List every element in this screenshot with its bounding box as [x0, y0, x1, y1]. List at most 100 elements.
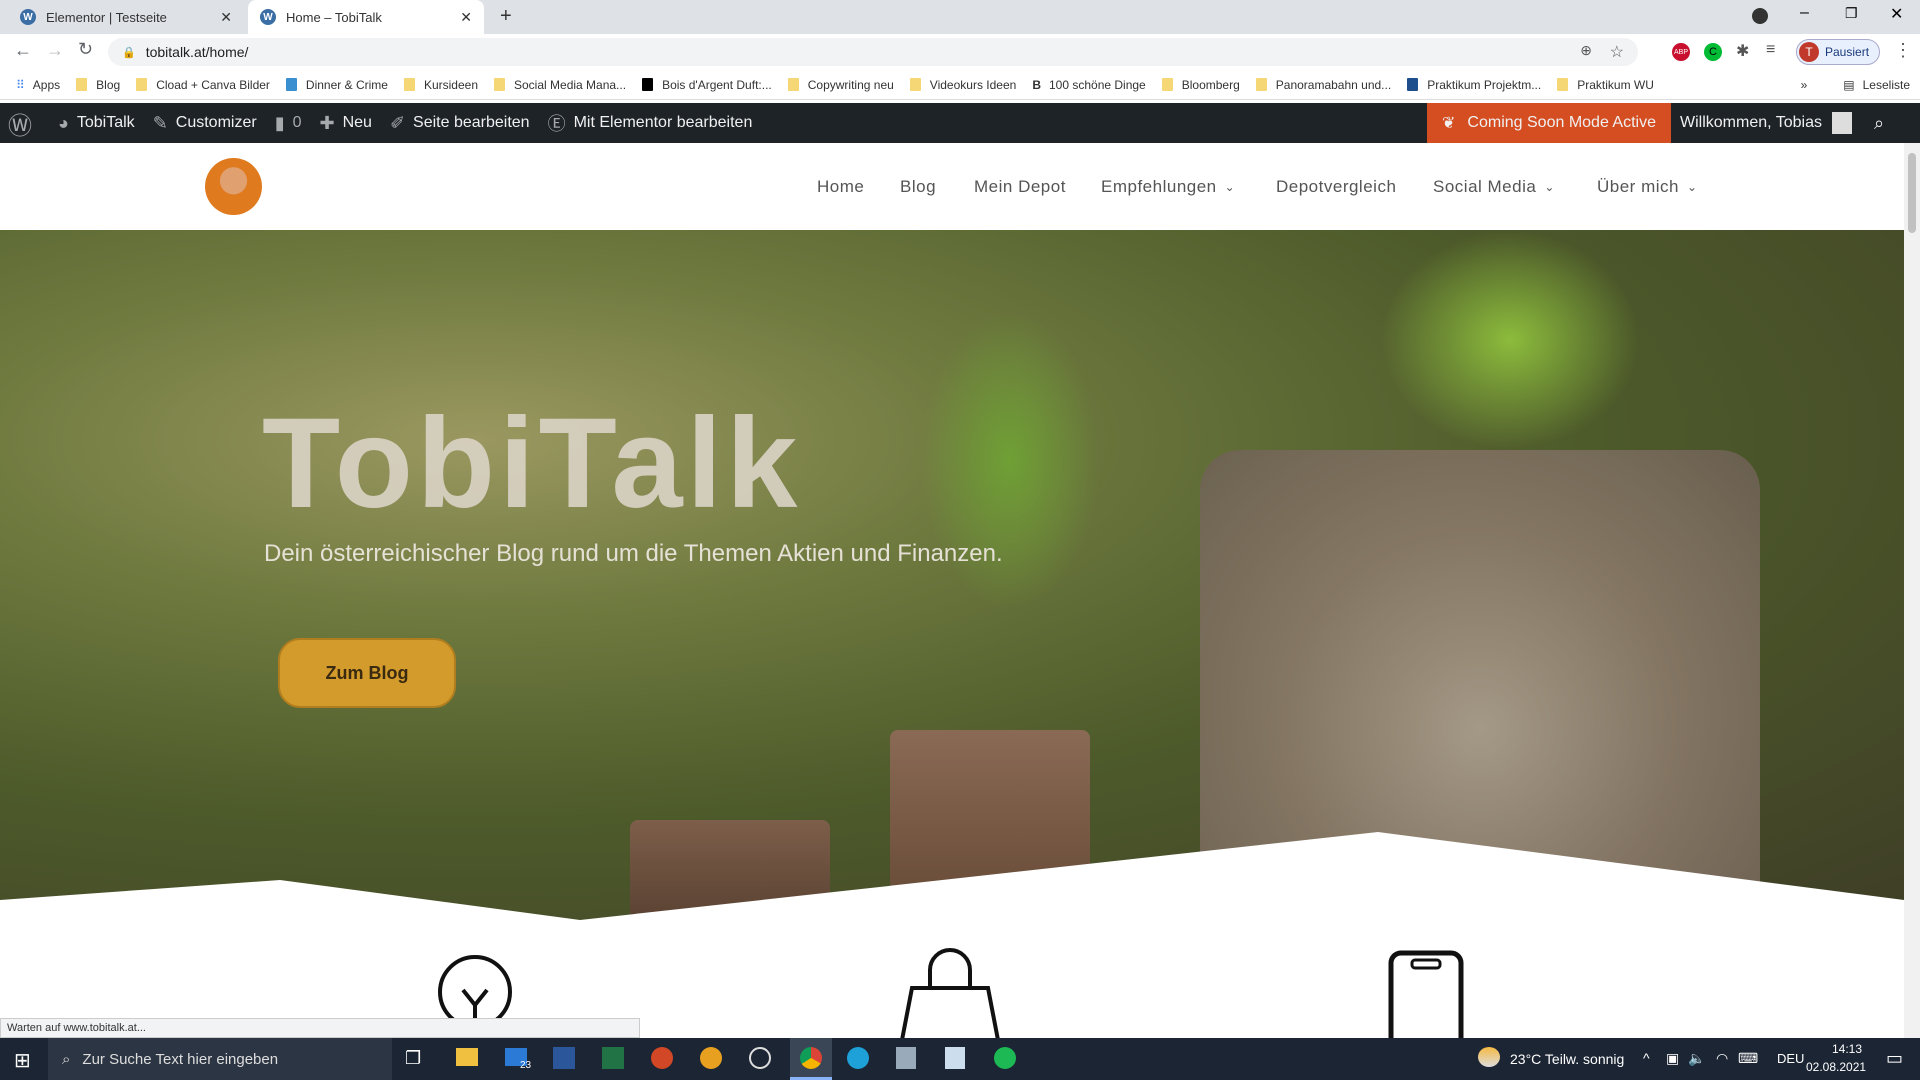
- reading-list-button[interactable]: ▤ Leseliste: [1843, 78, 1910, 92]
- wordpress-icon: W: [20, 9, 36, 25]
- reload-icon[interactable]: ↻: [78, 39, 93, 60]
- elementor-edit-link[interactable]: Ⓔ Mit Elementor bearbeiten: [548, 110, 753, 136]
- notepad-icon[interactable]: [945, 1047, 965, 1069]
- chrome-taskbar-button[interactable]: [790, 1038, 832, 1080]
- nav-home[interactable]: Home: [817, 143, 864, 230]
- folder-icon: [1161, 78, 1173, 91]
- bookmark[interactable]: Praktikum WU: [1557, 78, 1654, 92]
- nav-depotvergleich[interactable]: Depotvergleich: [1276, 143, 1396, 230]
- edit-page-link[interactable]: ✐ Seite bearbeiten: [390, 113, 530, 134]
- site-logo[interactable]: [205, 158, 262, 215]
- nav-blog[interactable]: Blog: [900, 143, 936, 230]
- bookmark[interactable]: B 100 schöne Dinge: [1032, 78, 1145, 92]
- forward-icon[interactable]: →: [46, 40, 64, 61]
- account-menu[interactable]: Willkommen, Tobias ⌕: [1680, 103, 1884, 143]
- bookmark-star-icon[interactable]: ☆: [1610, 42, 1624, 62]
- folder-icon: [1255, 78, 1267, 91]
- tab-title: Home – TobiTalk: [286, 9, 382, 25]
- customizer-label: Customizer: [175, 114, 257, 131]
- keyboard-icon[interactable]: ⌨: [1738, 1050, 1758, 1067]
- wifi-icon[interactable]: ◠: [1716, 1050, 1728, 1067]
- volume-icon[interactable]: 🔈: [1688, 1050, 1705, 1067]
- shopping-bag-icon: [899, 948, 1001, 1040]
- menu-icon[interactable]: ⋮: [1894, 40, 1912, 61]
- bookmark[interactable]: Blog: [76, 78, 120, 92]
- comments-link[interactable]: ▮ 0: [275, 113, 302, 134]
- edge-icon[interactable]: [847, 1047, 869, 1069]
- app-icon[interactable]: [896, 1047, 916, 1069]
- brush-icon: ✎: [152, 112, 168, 133]
- bookmark[interactable]: Dinner & Crime: [285, 78, 388, 92]
- bookmark[interactable]: Kursideen: [403, 78, 478, 92]
- back-icon[interactable]: ←: [14, 40, 32, 61]
- new-link[interactable]: ✚ Neu: [320, 113, 372, 134]
- adblock-icon[interactable]: ABP: [1672, 43, 1690, 61]
- page-scrollbar[interactable]: [1904, 143, 1920, 1038]
- tray-chevron-icon[interactable]: ^: [1643, 1050, 1650, 1066]
- language-indicator[interactable]: DEU: [1777, 1051, 1804, 1066]
- tab-search-icon[interactable]: [1752, 8, 1768, 24]
- bookmark[interactable]: Bloomberg: [1161, 78, 1240, 92]
- file-explorer-icon[interactable]: [456, 1048, 478, 1066]
- tab-elementor[interactable]: W Elementor | Testseite ✕: [8, 0, 244, 34]
- nav-empfehlungen[interactable]: Empfehlungen ⌄: [1101, 143, 1235, 230]
- camera-icon[interactable]: ▣: [1666, 1050, 1679, 1067]
- bookmark[interactable]: Bois d'Argent Duft:...: [642, 78, 772, 92]
- tab-home[interactable]: W Home – TobiTalk ✕: [248, 0, 484, 34]
- extensions-icon[interactable]: ✱: [1736, 41, 1749, 61]
- windows-start-icon[interactable]: ⊞: [14, 1048, 31, 1073]
- wp-logo-button[interactable]: Ⓦ: [8, 106, 40, 141]
- url-text: tobitalk.at/home/: [145, 44, 249, 60]
- site-name-link[interactable]: ◕ TobiTalk: [58, 113, 135, 134]
- wordpress-icon: W: [260, 9, 276, 25]
- weather-icon[interactable]: [1478, 1047, 1500, 1067]
- coming-soon-badge[interactable]: ❦ Coming Soon Mode Active: [1427, 103, 1671, 143]
- clock-date[interactable]: 02.08.2021: [1806, 1060, 1866, 1074]
- weather-text[interactable]: 23°C Teilw. sonnig: [1510, 1051, 1624, 1067]
- new-tab-button[interactable]: +: [500, 5, 512, 28]
- bookmark[interactable]: Cload + Canva Bilder: [136, 78, 270, 92]
- spotify-icon[interactable]: [994, 1047, 1016, 1069]
- bookmark[interactable]: Social Media Mana...: [494, 78, 626, 92]
- nav-social-media[interactable]: Social Media ⌄: [1433, 143, 1555, 230]
- media-icon[interactable]: ≡: [1766, 41, 1775, 59]
- clock-time[interactable]: 14:13: [1820, 1042, 1874, 1056]
- close-tab-icon[interactable]: ✕: [460, 9, 472, 26]
- nav-mein-depot[interactable]: Mein Depot: [974, 143, 1066, 230]
- j-icon: [1407, 78, 1419, 91]
- bookmark-apps[interactable]: ⠿ Apps: [16, 78, 60, 92]
- url-input[interactable]: 🔒 tobitalk.at/home/ ☆ ⊕: [108, 38, 1638, 66]
- zum-blog-button[interactable]: Zum Blog: [278, 638, 456, 708]
- taskbar-search-input[interactable]: ⌕ Zur Suche Text hier eingeben: [48, 1038, 392, 1080]
- notification-icon[interactable]: ▭: [1886, 1048, 1903, 1069]
- excel-icon[interactable]: [602, 1047, 624, 1069]
- grammarly-icon[interactable]: C: [1704, 43, 1722, 61]
- plant-image: [1380, 230, 1640, 450]
- customizer-link[interactable]: ✎ Customizer: [153, 113, 257, 134]
- bookmark[interactable]: Praktikum Projektm...: [1407, 78, 1541, 92]
- close-window-button[interactable]: ✕: [1890, 4, 1903, 24]
- profile-button[interactable]: T Pausiert: [1796, 39, 1880, 65]
- bookmark[interactable]: Videokurs Ideen: [909, 78, 1016, 92]
- hero-section: TobiTalk Dein österreichischer Blog rund…: [0, 230, 1904, 930]
- app-icon[interactable]: [700, 1047, 722, 1069]
- word-icon[interactable]: [553, 1047, 575, 1069]
- hero-divider-shape: [0, 832, 1904, 930]
- address-bar-row: ← → ↻ 🔒 tobitalk.at/home/ ☆ ⊕ ABP C ✱ ≡ T…: [0, 34, 1920, 70]
- bookmark-label: Praktikum Projektm...: [1427, 77, 1542, 92]
- minimize-button[interactable]: –: [1800, 4, 1809, 22]
- close-tab-icon[interactable]: ✕: [220, 9, 232, 26]
- more-bookmarks-icon[interactable]: »: [1801, 78, 1808, 92]
- powerpoint-icon[interactable]: [651, 1047, 673, 1069]
- scrollbar-thumb[interactable]: [1908, 153, 1916, 233]
- search-icon[interactable]: ⌕: [1874, 113, 1884, 134]
- bookmark[interactable]: Panoramabahn und...: [1255, 78, 1391, 92]
- nav-ueber-mich[interactable]: Über mich ⌄: [1597, 143, 1698, 230]
- restore-button[interactable]: ❐: [1845, 5, 1858, 22]
- zoom-icon[interactable]: ⊕: [1580, 42, 1592, 59]
- bookmark[interactable]: Copywriting neu: [787, 77, 894, 92]
- bookmark-label: Copywriting neu: [807, 77, 894, 92]
- task-view-icon[interactable]: ❐: [405, 1048, 421, 1069]
- obs-icon[interactable]: [749, 1047, 771, 1069]
- lock-icon: 🔒: [122, 46, 136, 59]
